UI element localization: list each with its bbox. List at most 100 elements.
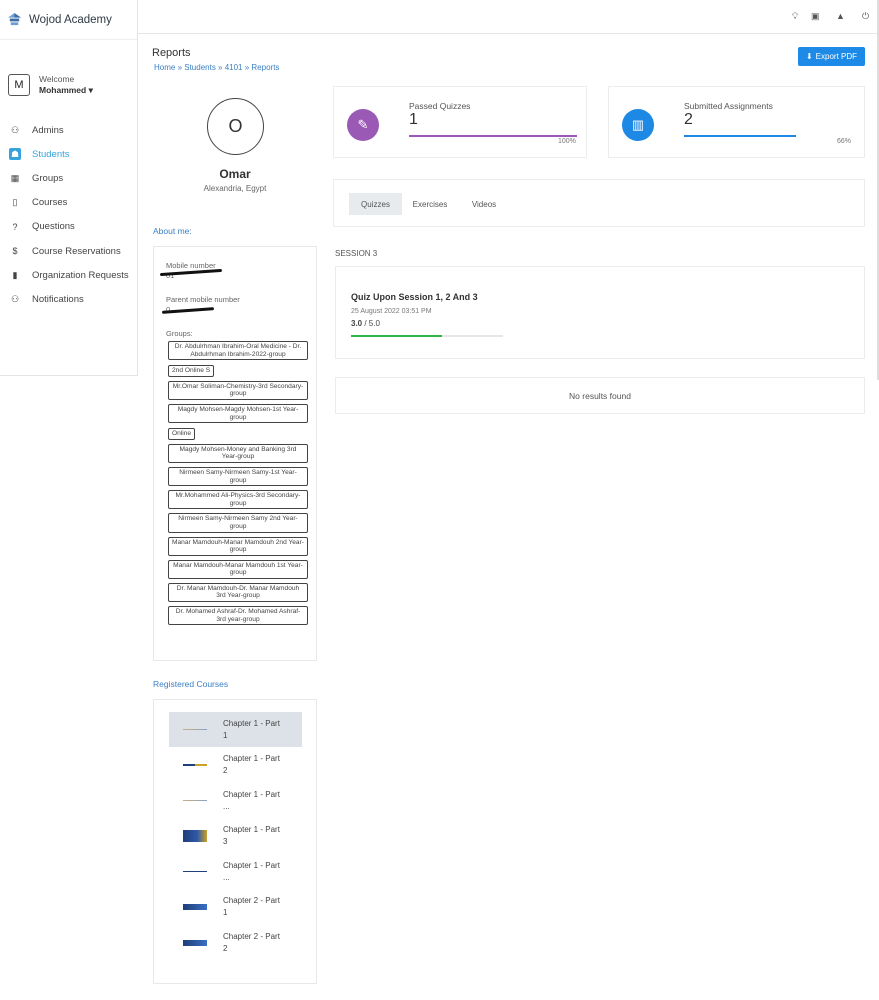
group-tag[interactable]: Manar Mamdouh-Manar Mamdouh 2nd Year-gro… bbox=[168, 536, 308, 556]
registered-courses-label: Registered Courses bbox=[153, 679, 229, 689]
edit-icon: ✎ bbox=[347, 109, 379, 141]
top-bar: 💡︎ ▣ ▲ ⏻ bbox=[138, 0, 879, 34]
export-pdf-label: Export PDF bbox=[815, 52, 858, 61]
sidebar-item-organization-requests[interactable]: ▮ Organization Requests bbox=[9, 263, 137, 287]
sidebar-item-course-reservations[interactable]: $ Course Reservations bbox=[9, 239, 137, 263]
profile-avatar: O bbox=[207, 98, 264, 155]
tab-videos[interactable]: Videos bbox=[459, 193, 509, 215]
sidebar-nav: ⚇ Admins ☗ Students ▦ Groups ▯ Courses ? Question… bbox=[0, 118, 137, 312]
group-tag[interactable]: Dr. Manar Mamdouh-Dr. Manar Mamdouh 3rd … bbox=[168, 582, 308, 603]
sidebar: Wojod Academy M Welcome Mohammed ▾ ⚇ Admi… bbox=[0, 0, 138, 376]
score-total: 5.0 bbox=[368, 319, 380, 328]
passed-quizzes-progress bbox=[409, 135, 577, 137]
groups-icon: ▦ bbox=[10, 172, 20, 183]
bookmark-icon: ▮ bbox=[12, 269, 18, 280]
sidebar-item-questions[interactable]: ? Questions bbox=[9, 215, 137, 239]
sidebar-item-students[interactable]: ☗ Students bbox=[9, 142, 137, 166]
registered-courses-card: Chapter 1 - Part 1 Chapter 1 - Part 2 Chap… bbox=[153, 699, 317, 984]
sidebar-item-courses[interactable]: ▯ Courses bbox=[9, 191, 137, 215]
profile-card: O Omar Alexandria, Egypt bbox=[153, 86, 317, 206]
user-menu[interactable]: M Welcome Mohammed ▾ bbox=[0, 40, 137, 118]
groups-label: Groups: bbox=[166, 329, 193, 338]
group-tag[interactable]: Dr. Mohamed Ashraf-Dr. Mohamed Ashraf-3r… bbox=[168, 606, 308, 626]
course-item[interactable]: Chapter 1 - Part 3 bbox=[169, 819, 302, 854]
question-icon: ? bbox=[12, 221, 18, 232]
student-location: Alexandria, Egypt bbox=[203, 184, 267, 193]
tab-exercises[interactable]: Exercises bbox=[402, 193, 458, 215]
passed-quizzes-value: 1 bbox=[409, 111, 418, 128]
brand[interactable]: Wojod Academy bbox=[0, 0, 137, 40]
dollar-icon: $ bbox=[12, 246, 18, 257]
course-item[interactable]: Chapter 2 - Part 1 bbox=[169, 890, 302, 925]
quiz-date: 25 August 2022 03:51 PM bbox=[351, 308, 432, 315]
lightbulb-icon[interactable]: 💡︎ bbox=[792, 11, 798, 22]
about-card: Mobile number 01 Parent mobile number 0 … bbox=[153, 246, 317, 661]
report-tabs: Quizzes Exercises Videos bbox=[333, 179, 865, 227]
download-icon: ⬇ bbox=[805, 52, 813, 61]
group-tag[interactable]: Mr.Omar Soliman-Chemistry-3rd Secondary-… bbox=[168, 380, 308, 400]
quiz-card[interactable]: Quiz Upon Session 1, 2 And 3 25 August 2… bbox=[335, 266, 865, 359]
group-tag[interactable]: Magdy Mohsen-Magdy Mohsen-1st Year-group bbox=[168, 403, 308, 424]
mobile-label: Mobile number bbox=[166, 261, 216, 270]
welcome-text: Welcome bbox=[39, 73, 75, 84]
course-item[interactable]: Chapter 1 - Part ... bbox=[169, 783, 302, 818]
quiz-title: Quiz Upon Session 1, 2 And 3 bbox=[351, 292, 478, 302]
course-title: Chapter 1 - Part 2 bbox=[223, 754, 280, 775]
sidebar-item-label: Notifications bbox=[32, 293, 84, 305]
avatar: M bbox=[8, 73, 30, 96]
course-thumbnail bbox=[183, 830, 207, 842]
session-label: SESSION 3 bbox=[335, 249, 378, 258]
sidebar-item-notifications[interactable]: ⚇ Notifications bbox=[9, 287, 137, 311]
group-tag[interactable]: Dr. Abdulrhman Ibrahim-Oral Medicine - D… bbox=[168, 341, 308, 361]
sidebar-item-groups[interactable]: ▦ Groups bbox=[9, 166, 137, 190]
course-title: Chapter 1 - Part ... bbox=[223, 789, 280, 811]
courses-icon: ▯ bbox=[12, 197, 18, 208]
notifications-icon: ⚇ bbox=[10, 293, 20, 304]
message-icon[interactable]: ▣ bbox=[811, 11, 820, 22]
quiz-score-progress bbox=[351, 335, 503, 337]
empty-state: No results found bbox=[335, 377, 865, 414]
group-tag[interactable]: Manar Mamdouh-Manar Mamdouh 1st Year-gro… bbox=[168, 559, 308, 579]
course-thumbnail bbox=[183, 728, 207, 731]
course-thumbnail bbox=[183, 870, 207, 873]
student-name: Omar bbox=[219, 167, 251, 181]
course-title: Chapter 2 - Part 2 bbox=[223, 931, 280, 953]
course-item[interactable]: Chapter 1 - Part 2 bbox=[169, 748, 302, 783]
students-icon: ☗ bbox=[9, 148, 21, 161]
breadcrumb[interactable]: Home » Students » 4101 » Reports bbox=[154, 63, 279, 72]
group-tag[interactable]: Mr.Mohammed Ali-Physics-3rd Secondary-gr… bbox=[168, 490, 308, 510]
tab-quizzes[interactable]: Quizzes bbox=[349, 193, 402, 215]
academy-logo-icon bbox=[7, 12, 22, 26]
sidebar-item-label: Courses bbox=[32, 197, 68, 209]
sidebar-item-admins[interactable]: ⚇ Admins bbox=[9, 118, 137, 142]
course-item[interactable]: Chapter 1 - Part 1 bbox=[169, 712, 302, 747]
group-tag[interactable]: Nirmeen Samy-Nirmeen Samy-1st Year-group bbox=[168, 466, 308, 487]
groups-list: Dr. Abdulrhman Ibrahim-Oral Medicine - D… bbox=[168, 341, 308, 629]
group-tag[interactable]: Magdy Mohsen-Money and Banking 3rd Year-… bbox=[168, 443, 308, 463]
score-value: 3.0 bbox=[351, 319, 363, 328]
course-item[interactable]: Chapter 2 - Part 2 bbox=[169, 925, 302, 960]
group-tag[interactable]: Online bbox=[168, 428, 196, 440]
passed-quizzes-percent: 100% bbox=[558, 138, 576, 145]
caret-down-icon: ▾ bbox=[88, 84, 93, 95]
course-thumbnail bbox=[183, 939, 207, 946]
course-title: Chapter 1 - Part 3 bbox=[223, 825, 280, 846]
submitted-assignments-progress bbox=[684, 135, 797, 137]
power-icon[interactable]: ⏻ bbox=[862, 11, 869, 22]
export-pdf-button[interactable]: ⬇ Export PDF bbox=[798, 47, 865, 66]
group-tag[interactable]: Nirmeen Samy-Nirmeen Samy 2nd Year-group bbox=[168, 513, 308, 533]
users-icon: ⚇ bbox=[10, 124, 20, 135]
course-title: Chapter 1 - Part 1 bbox=[223, 718, 280, 740]
group-tag[interactable]: 2nd Online S bbox=[168, 365, 215, 377]
submitted-assignments-percent: 66% bbox=[837, 138, 852, 145]
submitted-assignments-label: Submitted Assignments bbox=[684, 101, 773, 111]
sidebar-item-label: Groups bbox=[32, 172, 64, 184]
brand-name: Wojod Academy bbox=[29, 13, 112, 26]
bell-icon[interactable]: ▲ bbox=[836, 11, 845, 21]
course-item[interactable]: Chapter 1 - Part ... bbox=[169, 854, 302, 889]
passed-quizzes-card: ✎ Passed Quizzes 1 100% bbox=[333, 86, 587, 158]
sidebar-item-label: Organization Requests bbox=[32, 269, 129, 281]
course-thumbnail bbox=[183, 904, 207, 910]
sidebar-item-label: Course Reservations bbox=[32, 245, 121, 257]
course-title: Chapter 2 - Part 1 bbox=[223, 896, 280, 917]
